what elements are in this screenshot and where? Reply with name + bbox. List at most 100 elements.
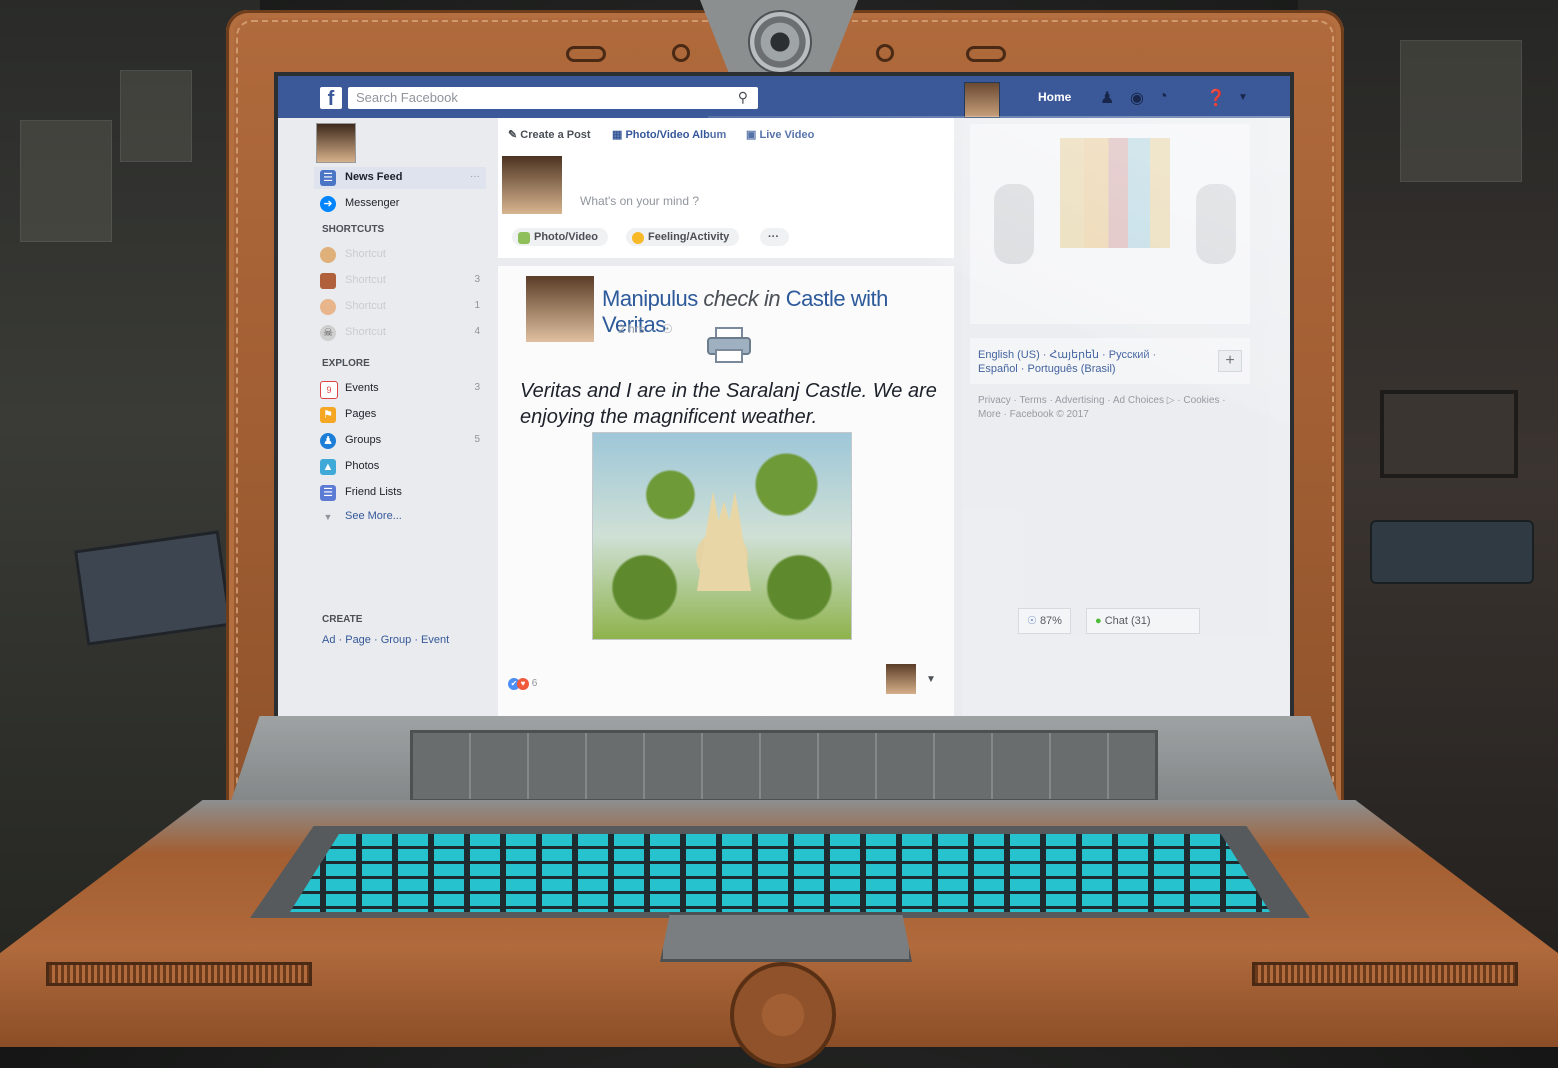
castle-photo[interactable] [592, 432, 852, 640]
dot-separator-icon: · [648, 322, 659, 336]
tab-create-post[interactable]: ✎ Create a Post [508, 128, 591, 141]
photos-icon: ▲ [320, 459, 336, 475]
base-dial-icon [730, 962, 836, 1068]
sidebar-item-label: Shortcut [345, 274, 386, 286]
language-links[interactable]: English (US) · Հայերեն · Русский · Españ… [978, 348, 1198, 376]
tab-label: Live Video [759, 129, 815, 141]
sidebar-avatar[interactable] [316, 123, 356, 163]
sidebar-item-friend-lists[interactable]: ☰ Friend Lists [314, 482, 486, 504]
composer-input[interactable]: What's on your mind ? [580, 194, 699, 208]
see-more-label: See More... [345, 510, 402, 522]
castle-illustration [697, 491, 751, 591]
groups-icon: ♟ [320, 433, 336, 449]
background-printer [1370, 520, 1534, 584]
sidebar-item-shortcut[interactable]: Shortcut 1 [314, 296, 486, 318]
post-composer: ✎ Create a Post ▦ Photo/Video Album ▣ Li… [498, 118, 954, 258]
shortcut-icon [320, 299, 336, 315]
add-language-button[interactable]: + [1218, 350, 1242, 372]
side-vent [1252, 962, 1518, 986]
glowing-keyboard[interactable] [290, 834, 1270, 912]
globe-icon: ☉ [662, 322, 673, 336]
battery-indicator: ☉ 87% [1018, 608, 1071, 634]
sidebar-item-messenger[interactable]: ➜ Messenger [314, 193, 486, 215]
language-selector: English (US) · Հայերեն · Русский · Españ… [970, 338, 1250, 384]
wall-notes [120, 70, 192, 162]
headphone-icon [994, 184, 1034, 264]
sidebar-item-pages[interactable]: ⚑ Pages [314, 404, 486, 426]
photo-video-button[interactable]: Photo/Video [512, 228, 608, 246]
sidebar-item-count: 5 [474, 434, 480, 445]
chevron-down-icon[interactable]: ▼ [926, 674, 936, 685]
calendar-icon: 9 [320, 381, 338, 399]
friend-requests-icon[interactable]: ♟ [1100, 88, 1114, 108]
post-meta: 2 hrs · ☉ [618, 322, 673, 336]
shortcut-icon [320, 273, 336, 289]
sidebar-item-shortcut[interactable]: Shortcut 3 [314, 270, 486, 292]
see-more-link[interactable]: ▼ See More... [314, 506, 486, 528]
sidebar-item-shortcut[interactable]: Shortcut [314, 244, 486, 266]
notifications-icon[interactable]: ◔ [1158, 88, 1168, 106]
create-links[interactable]: Ad · Page · Group · Event [322, 634, 449, 646]
feeling-activity-button[interactable]: Feeling/Activity [626, 228, 740, 246]
composer-avatar [502, 156, 562, 214]
sidebar-item-events[interactable]: 9 Events 3 [314, 378, 486, 400]
post-time[interactable]: 2 hrs [618, 322, 645, 336]
search-icon[interactable]: ⚲ [738, 89, 748, 106]
search-input[interactable]: Search Facebook ⚲ [348, 87, 758, 109]
video-camera-icon: ▣ [746, 129, 757, 141]
home-link[interactable]: Home [1038, 90, 1071, 104]
chat-bar: ☉ 87% ● Chat (31) [1018, 608, 1238, 634]
sidebar-item-label: Shortcut [345, 326, 386, 338]
printer-icon[interactable] [706, 326, 752, 364]
friend-lists-icon: ☰ [320, 485, 336, 501]
books-image [1060, 138, 1170, 248]
online-dot-icon: ● [1095, 615, 1102, 627]
sidebar-item-groups[interactable]: ♟ Groups 5 [314, 430, 486, 452]
more-options-icon[interactable]: ··· [470, 171, 480, 182]
feed-post: Manipulus check in Castle with Veritas 2… [498, 266, 954, 716]
sidebar-item-news-feed[interactable]: ☰ News Feed ··· [314, 167, 486, 189]
search-placeholder: Search Facebook [356, 90, 458, 105]
globe-icon: ☉ [1027, 615, 1037, 627]
sidebar-item-count: 3 [474, 274, 480, 285]
facebook-logo-icon[interactable]: f [320, 87, 342, 110]
sidebar-item-count: 4 [474, 326, 480, 337]
facebook-topbar: f Search Facebook ⚲ Home ♟ ◉ ◔ ❓ ▼ [278, 76, 1290, 118]
photo-icon [518, 232, 530, 244]
lid-slot [566, 46, 606, 62]
more-actions-button[interactable]: ··· [760, 228, 789, 246]
sponsored-ad[interactable] [970, 124, 1250, 324]
messages-icon[interactable]: ◉ [1130, 88, 1144, 108]
love-icon: ♥ [517, 678, 529, 690]
skull-icon: ☠ [320, 325, 336, 341]
news-feed-column: ✎ Create a Post ▦ Photo/Video Album ▣ Li… [498, 118, 954, 716]
messenger-icon: ➜ [320, 196, 336, 212]
sidebar-item-label: Photos [345, 460, 380, 472]
battery-level: 87% [1039, 615, 1062, 627]
sidebar-item-count: 1 [474, 300, 480, 311]
tab-photo-video-album[interactable]: ▦ Photo/Video Album [612, 128, 726, 141]
post-author-link[interactable]: Manipulus [602, 286, 698, 311]
trackpad[interactable] [660, 912, 912, 962]
footer-links[interactable]: Privacy · Terms · Advertising · Ad Choic… [978, 394, 1238, 422]
chat-button[interactable]: ● Chat (31) [1086, 608, 1200, 634]
wall-notes [1400, 40, 1522, 182]
right-sidebar: English (US) · Հայերեն · Русский · Españ… [962, 118, 1290, 716]
sidebar-item-shortcut[interactable]: ☠ Shortcut 4 [314, 322, 486, 344]
tab-live-video[interactable]: ▣ Live Video [746, 128, 814, 141]
lid-ring [672, 44, 690, 62]
background-monitor [1380, 390, 1518, 478]
news-feed-icon: ☰ [320, 170, 336, 186]
lid-ring [876, 44, 894, 62]
sidebar-item-label: Shortcut [345, 248, 386, 260]
post-author-avatar[interactable] [526, 276, 594, 342]
profile-avatar[interactable] [964, 82, 1000, 118]
side-vent [46, 962, 312, 986]
help-icon[interactable]: ❓ [1206, 88, 1226, 108]
reaction-summary[interactable]: ✔ ♥ 6 [508, 678, 537, 690]
sidebar-item-photos[interactable]: ▲ Photos [314, 456, 486, 478]
laptop-screen: f Search Facebook ⚲ Home ♟ ◉ ◔ ❓ ▼ ☰ New… [278, 76, 1290, 716]
account-menu-icon[interactable]: ▼ [1238, 92, 1248, 103]
share-as-avatar[interactable] [886, 664, 916, 694]
sidebar-item-label: Friend Lists [345, 486, 402, 498]
